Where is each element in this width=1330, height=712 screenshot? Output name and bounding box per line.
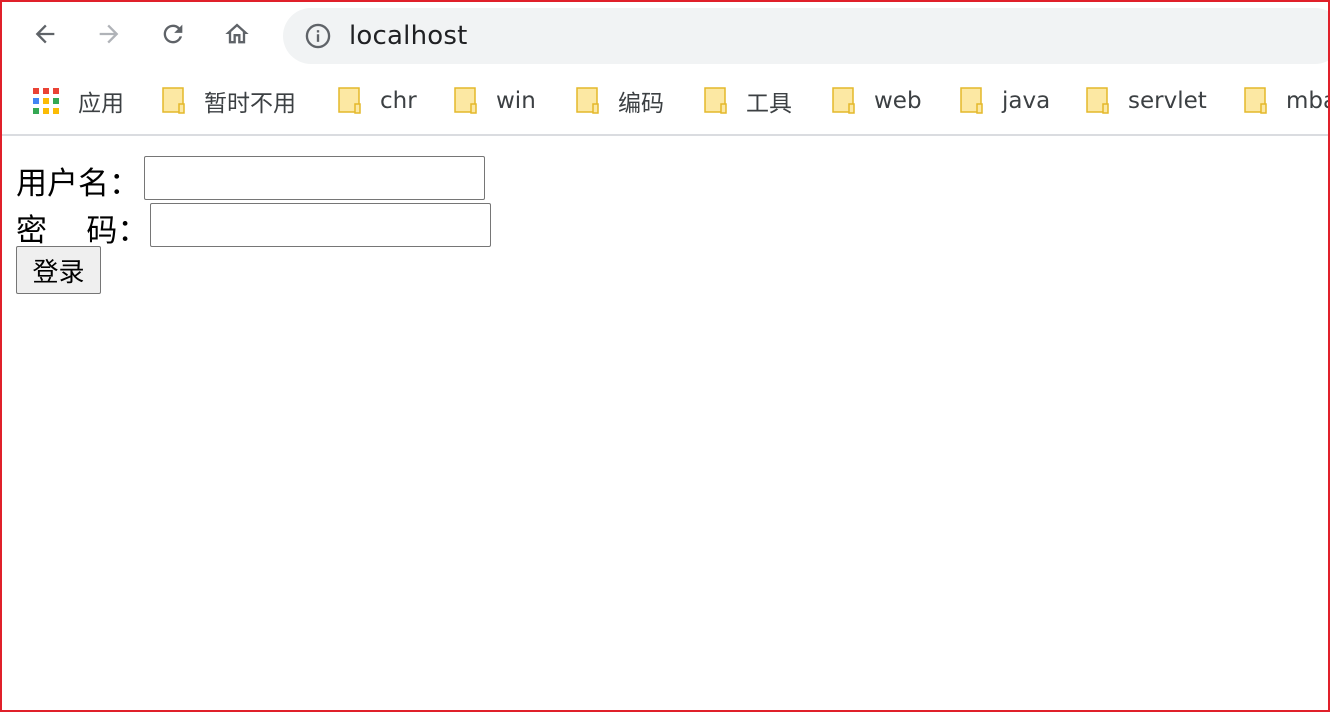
apps-grid-icon xyxy=(33,88,59,114)
browser-window: localhost 应用 暂时不用 chr win 编码 工具 web java… xyxy=(0,0,1330,712)
bookmark-folder[interactable]: win xyxy=(454,84,536,118)
page-content: 用户名： 密 码： 登录 xyxy=(2,138,1328,710)
browser-toolbar: localhost xyxy=(2,2,1328,70)
username-label: 用户名： xyxy=(16,166,140,202)
bookmark-folder[interactable]: 编码 xyxy=(576,84,664,118)
info-icon[interactable] xyxy=(303,21,333,51)
bookmark-folder[interactable]: 工具 xyxy=(704,84,792,118)
back-button[interactable] xyxy=(25,14,65,54)
arrow-right-icon xyxy=(99,24,119,44)
reload-icon xyxy=(163,24,183,44)
bookmark-label: servlet xyxy=(1128,88,1207,114)
bookmark-folder[interactable]: chr xyxy=(338,84,417,118)
password-label: 密 码： xyxy=(16,213,149,249)
bookmark-label: web xyxy=(874,88,922,114)
folder-icon xyxy=(1086,87,1109,114)
bookmark-folder[interactable]: web xyxy=(832,84,922,118)
username-input[interactable] xyxy=(144,156,485,200)
folder-icon xyxy=(960,87,983,114)
password-input[interactable] xyxy=(150,203,491,247)
folder-icon xyxy=(1244,87,1267,114)
bookmark-label: 应用 xyxy=(78,91,124,117)
bookmark-folder[interactable]: servlet xyxy=(1086,84,1207,118)
forward-button[interactable] xyxy=(89,14,129,54)
folder-icon xyxy=(338,87,361,114)
url-text[interactable]: localhost xyxy=(349,21,468,51)
bookmark-label: chr xyxy=(380,88,417,114)
bookmark-label: 工具 xyxy=(746,91,792,117)
folder-icon xyxy=(704,87,727,114)
bookmark-label: 编码 xyxy=(618,91,664,117)
bookmark-folder[interactable]: mba xyxy=(1244,84,1328,118)
folder-icon xyxy=(832,87,855,114)
bookmarks-bar: 应用 暂时不用 chr win 编码 工具 web java servlet m… xyxy=(2,70,1328,136)
bookmark-folder[interactable]: 暂时不用 xyxy=(162,84,296,118)
bookmark-label: mba xyxy=(1286,88,1328,114)
folder-icon xyxy=(454,87,477,114)
folder-icon xyxy=(162,87,185,114)
bookmark-folder[interactable]: java xyxy=(960,84,1050,118)
login-button[interactable]: 登录 xyxy=(16,246,101,294)
home-button[interactable] xyxy=(217,14,257,54)
reload-button[interactable] xyxy=(153,14,193,54)
arrow-left-icon xyxy=(35,24,55,44)
folder-icon xyxy=(576,87,599,114)
bookmark-label: 暂时不用 xyxy=(204,91,296,117)
bookmark-apps[interactable]: 应用 xyxy=(32,84,124,118)
address-bar[interactable]: localhost xyxy=(283,8,1328,64)
home-icon xyxy=(225,23,249,44)
bookmark-label: java xyxy=(1002,88,1051,114)
bookmark-label: win xyxy=(496,88,536,114)
